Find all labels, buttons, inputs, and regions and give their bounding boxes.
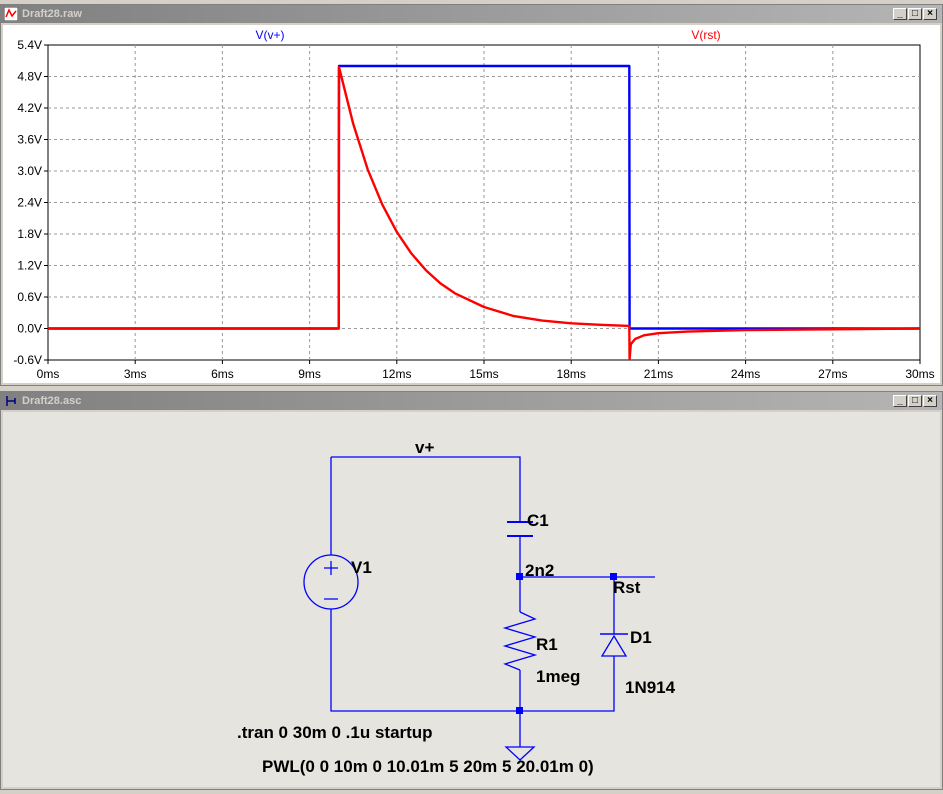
minimize-button[interactable]: _	[893, 395, 907, 407]
x-tick-label: 6ms	[211, 367, 234, 381]
y-tick-label: 5.4V	[17, 38, 42, 52]
close-button[interactable]: ×	[923, 8, 937, 20]
schematic-canvas[interactable]: v+ V1 C1 2n2 R1 1meg Rst D1 1N914 .tran …	[3, 412, 940, 787]
r1-name: R1	[536, 635, 558, 654]
restore-button[interactable]: □	[908, 395, 922, 407]
voltage-source-v1[interactable]	[303, 554, 359, 610]
y-tick-label: 4.2V	[17, 101, 42, 115]
x-tick-label: 21ms	[644, 367, 673, 381]
close-button[interactable]: ×	[923, 395, 937, 407]
diode-d1[interactable]	[600, 633, 628, 664]
y-tick-label: 2.4V	[17, 196, 42, 210]
x-tick-label: 0ms	[37, 367, 60, 381]
y-tick-label: 0.0V	[17, 322, 42, 336]
plot-pane[interactable]: 0ms 3ms 6ms 9ms 12ms 15ms 18ms 21ms 24ms 27ms 30ms…	[3, 25, 940, 383]
x-tick-label: 27ms	[818, 367, 847, 381]
y-tick-label: 3.6V	[17, 133, 42, 147]
d1-name: D1	[630, 628, 652, 647]
junction-node-ground	[516, 707, 523, 714]
r1-value: 1meg	[536, 667, 580, 686]
y-tick-label: 4.8V	[17, 70, 42, 84]
tran-directive[interactable]: .tran 0 30m 0 .1u startup	[237, 723, 433, 742]
y-tick-label: 1.2V	[17, 259, 42, 273]
wire-v1-bottom[interactable]	[330, 609, 615, 712]
x-tick-label: 3ms	[124, 367, 147, 381]
net-label-vplus: v+	[415, 438, 434, 457]
x-tick-label: 12ms	[382, 367, 411, 381]
x-tick-label: 30ms	[905, 367, 934, 381]
plot-window: Draft28.raw _ □ × 0ms 3ms 6ms 9ms 12ms 15ms 18…	[0, 4, 943, 386]
waveform-icon	[4, 7, 18, 21]
schematic-window-titlebar[interactable]: Draft28.asc _ □ ×	[1, 392, 942, 410]
x-tick-label: 24ms	[731, 367, 760, 381]
legend-label-vrst[interactable]: V(rst)	[691, 28, 720, 42]
c1-name: C1	[527, 511, 549, 530]
c1-value: 2n2	[525, 561, 554, 580]
schematic-drawing[interactable]: v+ V1 C1 2n2 R1 1meg Rst D1 1N914 .tran …	[3, 412, 940, 789]
y-tick-label: 0.6V	[17, 290, 42, 304]
y-tick-label: 3.0V	[17, 164, 42, 178]
minimize-button[interactable]: _	[893, 8, 907, 20]
d1-value: 1N914	[625, 678, 676, 697]
x-tick-label: 18ms	[557, 367, 586, 381]
plot-window-titlebar[interactable]: Draft28.raw _ □ ×	[1, 5, 942, 23]
x-tick-label: 15ms	[469, 367, 498, 381]
plot-window-title: Draft28.raw	[22, 8, 82, 20]
v1-name: V1	[351, 558, 372, 577]
junction-node	[516, 573, 523, 580]
schematic-window: Draft28.asc _ □ × v+ V1 C1 2n2 R1 1meg R…	[0, 391, 943, 790]
wire-vplus-top[interactable]	[331, 456, 521, 522]
legend-label-vplus[interactable]: V(v+)	[255, 28, 284, 42]
resistor-r1[interactable]	[502, 611, 538, 671]
pwl-source-value[interactable]: PWL(0 0 10m 0 10.01m 5 20m 5 20.01m 0)	[262, 757, 594, 776]
net-label-rst: Rst	[613, 578, 641, 597]
restore-button[interactable]: □	[908, 8, 922, 20]
schematic-window-title: Draft28.asc	[22, 395, 82, 407]
y-tick-label: -0.6V	[13, 353, 42, 367]
waveform-chart[interactable]: 0ms 3ms 6ms 9ms 12ms 15ms 18ms 21ms 24ms 27ms 30ms…	[3, 25, 940, 385]
x-tick-label: 9ms	[298, 367, 321, 381]
y-tick-label: 1.8V	[17, 227, 42, 241]
schematic-icon	[6, 396, 16, 406]
